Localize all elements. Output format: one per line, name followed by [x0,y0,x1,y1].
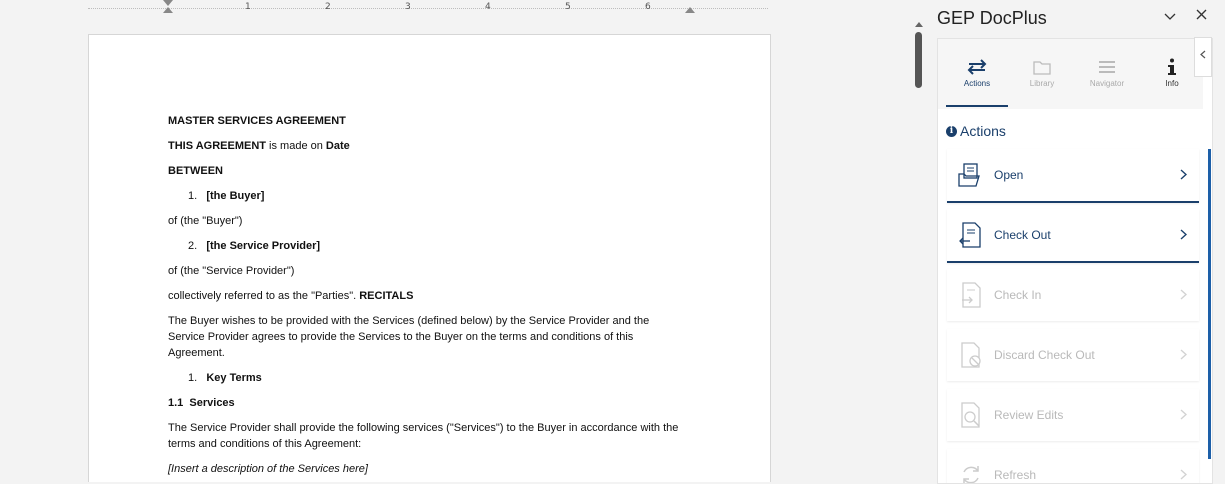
action-label: Review Edits [994,408,1064,422]
pane-options-chevron-icon[interactable] [1160,6,1180,26]
chevron-right-icon [1173,287,1193,303]
section-title-text: Actions [960,123,1006,139]
scrollbar-thumb[interactable] [915,32,922,88]
agreement-line: THIS AGREEMENT is made on Date [168,138,708,154]
between-heading: BETWEEN [168,165,223,177]
document-body[interactable]: MASTER SERVICES AGREEMENT THIS AGREEMENT… [168,113,708,482]
chevron-right-icon [1173,467,1193,483]
info-circle-icon: i [946,125,957,137]
first-line-indent-marker[interactable] [163,0,173,6]
insert-placeholder: [Insert a description of the Services he… [168,463,368,475]
recital-paragraph: The Buyer wishes to be provided with the… [168,315,650,359]
chevron-right-icon [1173,167,1193,183]
panel-scrollbar[interactable] [1208,149,1211,459]
section1-line: 1. Key Terms [168,370,708,386]
close-icon[interactable] [1191,6,1211,26]
action-label: Refresh [994,468,1037,482]
list-number: 1. [188,190,198,202]
chevron-right-icon [1173,347,1193,363]
action-label: Check In [994,288,1042,302]
task-pane: GEP DocPlus Actions Library Navigator In… [926,0,1225,484]
tab-navigator[interactable]: Navigator [1076,57,1138,88]
party2-name: [the Service Provider] [206,240,321,252]
review-magnifier-icon [957,401,985,429]
action-label: Discard Check Out [994,348,1095,362]
horizontal-ruler[interactable]: 1 2 3 4 5 6 [0,0,912,17]
party2-of: of (the "Service Provider") [168,265,295,277]
collective-line: collectively referred to as the "Parties… [168,288,708,304]
subsection-heading: 1.1 Services [168,397,235,409]
ruler-number: 1 [245,2,251,12]
party1-line: 1. [the Buyer] [168,188,708,204]
ruler-number: 2 [325,2,331,12]
left-indent-marker[interactable] [163,7,173,13]
ruler-number: 6 [645,2,651,12]
swap-arrows-icon [946,57,1008,77]
refresh-action-button[interactable]: Refresh [947,449,1199,483]
tab-bar: Actions Library Navigator Info [938,39,1203,109]
check-out-icon [957,221,985,249]
tab-label: Library [1029,79,1055,88]
tab-label: Navigator [1089,79,1125,88]
ruler-number: 5 [565,2,571,12]
discard-document-icon [957,341,985,369]
ruler-number: 3 [405,2,411,12]
refresh-icon [957,461,985,483]
agreement-label: THIS AGREEMENT [168,140,266,152]
check-in-icon [957,281,985,309]
action-label: Open [994,168,1024,182]
party1-of: of (the "Buyer") [168,215,243,227]
services-paragraph: The Service Provider shall provide the f… [168,422,679,450]
active-tab-indicator [946,105,1008,107]
tab-label: Actions [963,79,991,88]
list-number: 2. [188,240,198,252]
addin-panel: Actions Library Navigator Info i Actions… [937,38,1213,484]
check-in-action-button[interactable]: Check In [947,269,1199,321]
discard-check-out-action-button[interactable]: Discard Check Out [947,329,1199,381]
chevron-right-icon [1173,407,1193,423]
review-edits-action-button[interactable]: Review Edits [947,389,1199,441]
tab-actions[interactable]: Actions [946,57,1008,88]
open-action-button[interactable]: Open [947,149,1199,203]
open-document-icon [957,161,985,189]
party1-name: [the Buyer] [206,190,265,202]
ruler-number: 4 [485,2,491,12]
date-field: Date [325,140,350,152]
document-page[interactable]: MASTER SERVICES AGREEMENT THIS AGREEMENT… [88,34,771,482]
list-number: 1. [188,372,198,384]
tab-label: Info [1165,79,1179,88]
scroll-up-arrow-icon[interactable] [915,22,923,27]
document-title: MASTER SERVICES AGREEMENT [168,115,346,127]
folder-icon [1011,57,1073,77]
document-scrollbar[interactable] [912,18,926,482]
menu-lines-icon [1076,57,1138,77]
section-heading: i Actions [946,123,1006,139]
collapse-panel-chevron-icon[interactable] [1194,37,1212,77]
recitals-heading: RECITALS [359,290,414,302]
agreement-mid-text: is made on [266,140,326,152]
right-indent-marker[interactable] [685,7,695,13]
check-out-action-button[interactable]: Check Out [947,209,1199,263]
pane-title: GEP DocPlus [937,8,1047,28]
collective-text: collectively referred to as the "Parties… [168,290,360,302]
ruler-ticks [88,8,768,10]
tab-library[interactable]: Library [1011,57,1073,88]
party2-line: 2. [the Service Provider] [168,238,708,254]
section1-heading: Key Terms [206,372,262,384]
document-area: 1 2 3 4 5 6 MASTER SERVICES AGREEMENT TH… [0,0,912,482]
chevron-right-icon [1173,227,1193,243]
action-label: Check Out [994,228,1051,242]
